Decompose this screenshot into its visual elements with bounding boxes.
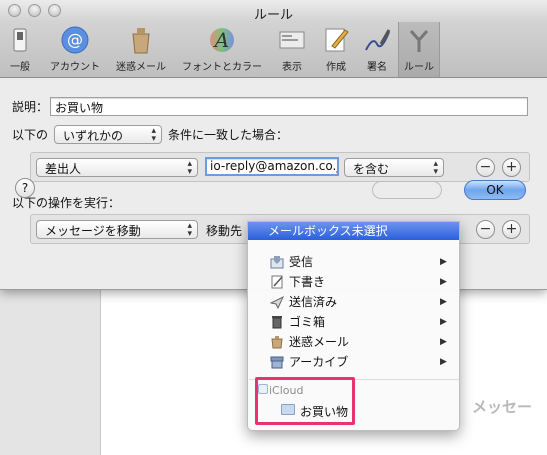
menu-item-trash-label: ゴミ箱 xyxy=(289,315,326,329)
junk-icon xyxy=(270,335,284,349)
condition-match-select[interactable]: いずれかの ▴ ▾ xyxy=(54,125,162,144)
rules-icon xyxy=(404,25,434,55)
toolbar-compose[interactable]: 作成 xyxy=(318,25,354,73)
toolbar-rules[interactable]: ルール xyxy=(398,22,440,77)
remove-condition-button[interactable]: − xyxy=(476,158,495,177)
trash-icon xyxy=(270,315,284,329)
updown-arrows-icon: ▴ ▾ xyxy=(433,159,438,177)
folder-icon xyxy=(281,404,295,415)
submenu-arrow-icon: ▶ xyxy=(440,317,447,327)
updown-arrows-icon: ▴ ▾ xyxy=(187,221,192,239)
display-icon xyxy=(277,25,307,55)
menu-item-junk[interactable]: 迷惑メール ▶ xyxy=(248,332,459,352)
at-icon: @ xyxy=(60,25,90,55)
submenu-arrow-icon: ▶ xyxy=(440,337,447,347)
condition-field-value: 差出人 xyxy=(45,162,82,176)
toolbar-general[interactable]: 一般 xyxy=(4,25,36,73)
add-condition-button[interactable]: + xyxy=(502,158,521,177)
submenu-arrow-icon: ▶ xyxy=(440,257,447,267)
updown-arrows-icon: ▴ ▾ xyxy=(187,159,192,177)
toolbar-general-label: 一般 xyxy=(10,62,30,73)
toolbar-junk[interactable]: 迷惑メール xyxy=(111,25,171,73)
drafts-icon xyxy=(270,275,284,289)
menu-item-no-mailbox[interactable]: メールボックス未選択 xyxy=(248,222,459,240)
toolbar-fonts-colors-label: フォントとカラー xyxy=(182,62,262,73)
trash-bag-icon xyxy=(126,25,156,55)
remove-action-button[interactable]: − xyxy=(476,220,495,239)
action-select-value: メッセージを移動 xyxy=(45,224,141,238)
background-sidebar xyxy=(0,290,100,455)
compose-icon xyxy=(321,25,351,55)
toolbar-signatures-label: 署名 xyxy=(367,62,387,73)
switch-icon xyxy=(5,25,35,55)
condition-field-select[interactable]: 差出人 ▴ ▾ xyxy=(36,158,198,177)
window-title: ルール xyxy=(253,8,293,23)
submenu-arrow-icon: ▶ xyxy=(440,357,447,367)
add-action-button[interactable]: + xyxy=(502,220,521,239)
menu-item-archive[interactable]: アーカイブ ▶ xyxy=(248,352,459,372)
background-message-text: メッセー xyxy=(472,398,533,416)
svg-text:A: A xyxy=(213,28,229,52)
cloud-icon xyxy=(258,384,268,394)
svg-text:@: @ xyxy=(67,30,83,49)
menu-item-icloud-folder[interactable]: お買い物 xyxy=(300,403,348,420)
cancel-button[interactable] xyxy=(372,181,442,199)
submenu-arrow-icon: ▶ xyxy=(440,277,447,287)
sent-icon xyxy=(269,295,285,310)
toolbar-junk-label: 迷惑メール xyxy=(116,62,166,73)
toolbar-fonts-colors[interactable]: A フォントとカラー xyxy=(176,25,268,73)
ok-button[interactable]: OK xyxy=(464,180,526,200)
toolbar: 一般 @ アカウント 迷惑メール A フォントとカラー 表示 作成 署名 ルール xyxy=(0,22,547,78)
menu-item-inbox[interactable]: 受信 ▶ xyxy=(248,252,459,272)
move-target-label: 移動先 xyxy=(206,224,243,238)
description-field[interactable]: お買い物 xyxy=(50,97,528,116)
submenu-arrow-icon: ▶ xyxy=(440,297,447,307)
toolbar-signatures[interactable]: 署名 xyxy=(359,25,395,73)
menu-item-trash[interactable]: ゴミ箱 ▶ xyxy=(248,312,459,332)
menu-item-inbox-label: 受信 xyxy=(289,255,314,269)
font-icon: A xyxy=(207,25,237,55)
action-select[interactable]: メッセージを移動 ▴ ▾ xyxy=(36,220,198,239)
toolbar-accounts-label: アカウント xyxy=(50,62,100,73)
menu-item-archive-label: アーカイブ xyxy=(289,355,349,369)
signature-icon xyxy=(362,25,392,55)
help-button[interactable]: ? xyxy=(15,178,35,198)
archive-icon xyxy=(270,355,284,369)
updown-arrows-icon: ▴ ▾ xyxy=(151,126,156,144)
condition-operator-value: を含む xyxy=(353,162,390,176)
condition-value-field[interactable]: io-reply@amazon.co.jp xyxy=(205,157,339,176)
condition-operator-select[interactable]: を含む ▴ ▾ xyxy=(344,158,444,177)
inbox-icon xyxy=(270,255,284,269)
menu-item-sent-label: 送信済み xyxy=(289,295,338,309)
condition-suffix-label: 条件に一致した場合： xyxy=(168,128,289,142)
titlebar: ルール xyxy=(0,0,547,23)
menu-item-junk-label: 迷惑メール xyxy=(289,335,350,349)
toolbar-rules-label: ルール xyxy=(404,62,434,73)
menu-item-drafts-label: 下書き xyxy=(289,275,326,289)
icloud-section-header: iCloud xyxy=(269,384,304,397)
menu-item-drafts[interactable]: 下書き ▶ xyxy=(248,272,459,292)
condition-prefix-label: 以下の xyxy=(12,128,49,142)
toolbar-view[interactable]: 表示 xyxy=(274,25,310,73)
toolbar-view-label: 表示 xyxy=(282,62,302,73)
condition-match-value: いずれかの xyxy=(63,129,124,143)
toolbar-accounts[interactable]: @ アカウント xyxy=(44,25,106,73)
toolbar-compose-label: 作成 xyxy=(326,62,346,73)
description-label: 説明： xyxy=(12,100,49,114)
menu-item-sent[interactable]: 送信済み ▶ xyxy=(248,292,459,312)
